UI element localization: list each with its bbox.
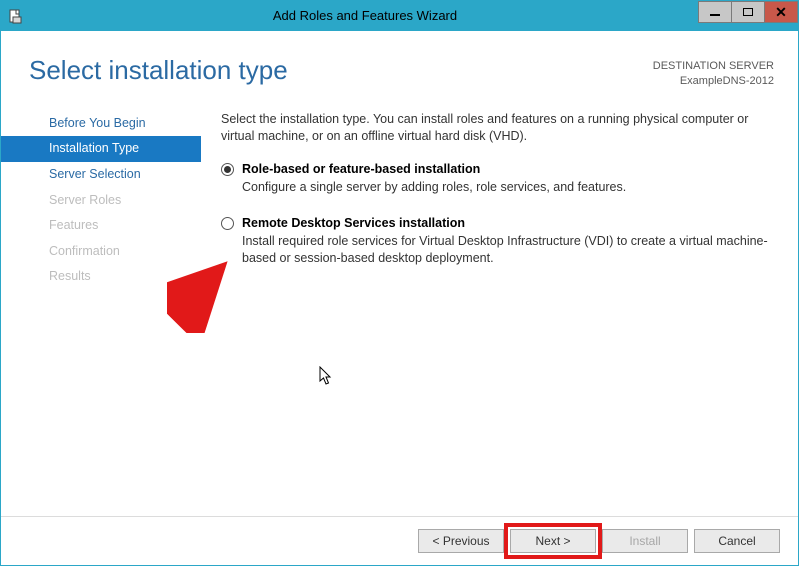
nav-server-roles: Server Roles bbox=[1, 188, 201, 214]
nav-before-you-begin[interactable]: Before You Begin bbox=[1, 111, 201, 137]
radio-rds[interactable] bbox=[221, 217, 234, 230]
app-icon bbox=[1, 1, 31, 31]
wizard-footer: < Previous Next > Install Cancel bbox=[1, 516, 798, 565]
titlebar: Add Roles and Features Wizard ✕ bbox=[1, 1, 798, 31]
radio-role-based[interactable] bbox=[221, 163, 234, 176]
cancel-button[interactable]: Cancel bbox=[694, 529, 780, 553]
option-text: Remote Desktop Services installation Ins… bbox=[242, 216, 776, 267]
install-button: Install bbox=[602, 529, 688, 553]
destination-value: ExampleDNS-2012 bbox=[653, 74, 774, 89]
nav-results: Results bbox=[1, 264, 201, 290]
option-title: Remote Desktop Services installation bbox=[242, 216, 776, 231]
destination-server: DESTINATION SERVER ExampleDNS-2012 bbox=[653, 59, 774, 89]
page-content: Select the installation type. You can in… bbox=[201, 101, 776, 516]
page-header: Select installation type DESTINATION SER… bbox=[1, 31, 798, 97]
next-button[interactable]: Next > bbox=[510, 529, 596, 553]
client-area: Select installation type DESTINATION SER… bbox=[1, 31, 798, 565]
close-button[interactable]: ✕ bbox=[764, 1, 798, 23]
wizard-nav: Before You Begin Installation Type Serve… bbox=[1, 101, 201, 516]
nav-server-selection[interactable]: Server Selection bbox=[1, 162, 201, 188]
intro-text: Select the installation type. You can in… bbox=[221, 111, 776, 145]
page-body: Before You Begin Installation Type Serve… bbox=[1, 97, 798, 516]
nav-features: Features bbox=[1, 213, 201, 239]
previous-button[interactable]: < Previous bbox=[418, 529, 504, 553]
option-role-based[interactable]: Role-based or feature-based installation… bbox=[221, 162, 776, 196]
maximize-button[interactable] bbox=[731, 1, 765, 23]
minimize-button[interactable] bbox=[698, 1, 732, 23]
window-controls: ✕ bbox=[699, 1, 798, 31]
wizard-window: Add Roles and Features Wizard ✕ Select i… bbox=[0, 0, 799, 566]
option-desc: Configure a single server by adding role… bbox=[242, 179, 626, 196]
option-title: Role-based or feature-based installation bbox=[242, 162, 626, 177]
destination-label: DESTINATION SERVER bbox=[653, 59, 774, 74]
window-title: Add Roles and Features Wizard bbox=[31, 1, 699, 31]
option-desc: Install required role services for Virtu… bbox=[242, 233, 776, 267]
option-text: Role-based or feature-based installation… bbox=[242, 162, 626, 196]
option-rds[interactable]: Remote Desktop Services installation Ins… bbox=[221, 216, 776, 267]
page-title: Select installation type bbox=[29, 55, 288, 86]
nav-installation-type[interactable]: Installation Type bbox=[1, 136, 201, 162]
nav-confirmation: Confirmation bbox=[1, 239, 201, 265]
